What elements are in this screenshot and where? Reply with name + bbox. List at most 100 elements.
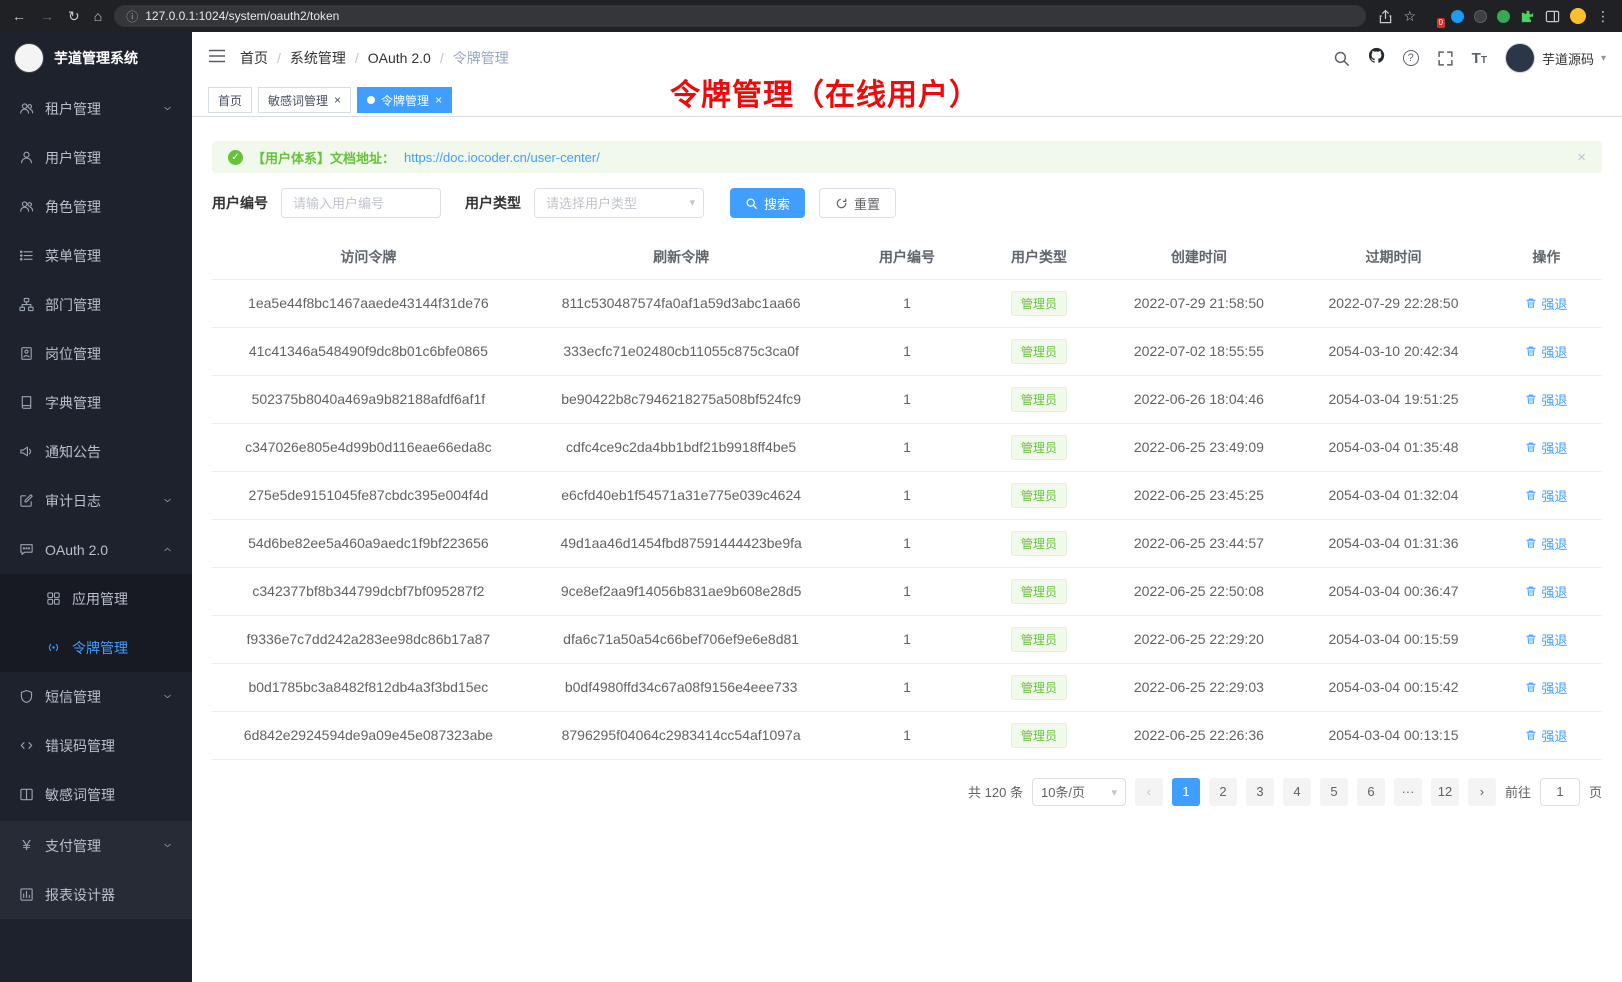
table-row: c347026e805e4d99b0d116eae66eda8c cdfc4ce… — [212, 423, 1602, 471]
breadcrumb-home[interactable]: 首页 — [240, 48, 268, 68]
site-info-icon[interactable]: ⓘ — [126, 8, 138, 25]
browser-forward-icon[interactable]: → — [40, 8, 54, 24]
search-icon — [745, 197, 758, 210]
sidebar-item-audit-log[interactable]: 审计日志 — [0, 476, 192, 525]
access-token-cell: 41c41346a548490f9dc8b01c6bfe0865 — [212, 327, 525, 375]
force-logout-button[interactable]: 强退 — [1525, 582, 1567, 601]
sidebar-item-tenant[interactable]: 租户管理 — [0, 84, 192, 133]
user-type-select[interactable] — [534, 188, 704, 218]
chevron-down-icon — [162, 101, 173, 117]
sidebar-item-role[interactable]: 角色管理 — [0, 182, 192, 231]
goto-page-input[interactable] — [1540, 778, 1580, 806]
sidebar-item-error-code[interactable]: 错误码管理 — [0, 721, 192, 770]
force-logout-button[interactable]: 强退 — [1525, 438, 1567, 457]
app-logo-row[interactable]: 芋道管理系统 — [0, 32, 192, 84]
force-logout-button[interactable]: 强退 — [1525, 390, 1567, 409]
help-icon[interactable]: ? — [1403, 50, 1419, 66]
github-icon[interactable] — [1368, 47, 1385, 69]
force-logout-button[interactable]: 强退 — [1525, 486, 1567, 505]
browser-home-icon[interactable]: ⌂ — [94, 8, 102, 24]
sidebar-item-post[interactable]: 岗位管理 — [0, 329, 192, 378]
fullscreen-icon[interactable] — [1437, 50, 1454, 67]
search-button[interactable]: 搜索 — [730, 188, 805, 218]
sidebar-item-oauth[interactable]: OAuth 2.0 — [0, 525, 192, 574]
extension-blue-icon[interactable] — [1451, 10, 1464, 23]
tab-active-dot — [367, 96, 375, 104]
expire-time-cell: 2054-03-04 00:15:42 — [1296, 663, 1491, 711]
search-icon[interactable] — [1333, 50, 1350, 67]
browser-profile-avatar[interactable] — [1570, 8, 1586, 24]
top-navbar: 首页 系统管理 OAuth 2.0 令牌管理 ? TT 芋道源码 ▾ — [192, 32, 1622, 84]
prev-page-button[interactable]: ‹ — [1135, 778, 1163, 806]
sidebar-item-oauth-apps[interactable]: 应用管理 — [0, 574, 192, 623]
refresh-icon — [835, 197, 848, 210]
create-time-cell: 2022-06-25 23:44:57 — [1102, 519, 1297, 567]
sidebar-item-label: 租户管理 — [45, 99, 101, 119]
extension-icon[interactable]: 0 — [1426, 9, 1441, 24]
breadcrumb-oauth[interactable]: OAuth 2.0 — [346, 50, 431, 66]
force-logout-button[interactable]: 强退 — [1525, 342, 1567, 361]
sidebar-item-oauth-token[interactable]: 令牌管理 — [0, 623, 192, 672]
page-button-6[interactable]: 6 — [1357, 778, 1385, 806]
reset-button[interactable]: 重置 — [819, 188, 896, 218]
close-icon[interactable]: × — [435, 93, 442, 107]
sidebar-item-user[interactable]: 用户管理 — [0, 133, 192, 182]
sidebar-item-payment[interactable]: ¥ 支付管理 — [0, 821, 192, 870]
tab-token[interactable]: 令牌管理 × — [357, 87, 452, 113]
browser-menu-kebab-icon[interactable]: ⋮ — [1596, 8, 1610, 25]
page-button-4[interactable]: 4 — [1283, 778, 1311, 806]
user-menu[interactable]: 芋道源码 ▾ — [1505, 43, 1606, 73]
close-icon[interactable]: × — [334, 93, 341, 107]
page-button-12[interactable]: 12 — [1431, 778, 1459, 806]
browser-back-icon[interactable]: ← — [12, 8, 26, 24]
breadcrumb-system[interactable]: 系统管理 — [268, 48, 346, 68]
next-page-button[interactable]: › — [1468, 778, 1496, 806]
doc-link[interactable]: https://doc.iocoder.cn/user-center/ — [404, 150, 600, 165]
tab-label: 首页 — [218, 92, 242, 109]
user-name: 芋道源码 — [1542, 49, 1594, 68]
page-button-5[interactable]: 5 — [1320, 778, 1348, 806]
page-button-1[interactable]: 1 — [1172, 778, 1200, 806]
force-logout-button[interactable]: 强退 — [1525, 726, 1567, 745]
trash-icon — [1525, 729, 1537, 741]
sidebar-toggle-icon[interactable] — [208, 48, 226, 69]
col-create-time: 创建时间 — [1102, 235, 1297, 279]
extension-dark-icon[interactable] — [1474, 10, 1487, 23]
sidebar-item-report-designer[interactable]: 报表设计器 — [0, 870, 192, 919]
trash-icon — [1525, 345, 1537, 357]
sidebar-item-notice[interactable]: 通知公告 — [0, 427, 192, 476]
page-more-button[interactable]: ··· — [1394, 778, 1422, 806]
force-logout-button[interactable]: 强退 — [1525, 678, 1567, 697]
page-size-select[interactable]: 10条/页 ▾ — [1032, 778, 1126, 806]
expire-time-cell: 2054-03-04 01:35:48 — [1296, 423, 1491, 471]
sidebar-item-dict[interactable]: 字典管理 — [0, 378, 192, 427]
extension-green-icon[interactable] — [1497, 10, 1510, 23]
table-row: f9336e7c7dd242a283ee98dc86b17a87 dfa6c71… — [212, 615, 1602, 663]
bookmark-star-icon[interactable]: ☆ — [1403, 8, 1416, 25]
sidebar-item-menu[interactable]: 菜单管理 — [0, 231, 192, 280]
tab-sensitive-word[interactable]: 敏感词管理 × — [258, 87, 351, 113]
force-logout-button[interactable]: 强退 — [1525, 630, 1567, 649]
font-size-icon[interactable]: TT — [1472, 50, 1487, 67]
sidebar-item-department[interactable]: 部门管理 — [0, 280, 192, 329]
alert-close-icon[interactable]: × — [1577, 149, 1586, 166]
force-logout-button[interactable]: 强退 — [1525, 534, 1567, 553]
force-logout-button[interactable]: 强退 — [1525, 294, 1567, 313]
address-bar[interactable]: ⓘ 127.0.0.1:1024/system/oauth2/token — [114, 5, 1366, 27]
trash-icon — [1525, 681, 1537, 693]
user-id-cell: 1 — [838, 471, 977, 519]
sidebar-item-sms[interactable]: 短信管理 — [0, 672, 192, 721]
side-panel-icon[interactable] — [1545, 9, 1560, 24]
sidebar-item-label: 应用管理 — [72, 589, 128, 609]
share-icon[interactable] — [1378, 9, 1393, 24]
browser-reload-icon[interactable]: ↻ — [68, 8, 80, 25]
tab-home[interactable]: 首页 — [208, 87, 252, 113]
user-id-input[interactable] — [281, 188, 441, 218]
page-button-2[interactable]: 2 — [1209, 778, 1237, 806]
total-count: 共 120 条 — [968, 782, 1023, 801]
page-button-3[interactable]: 3 — [1246, 778, 1274, 806]
sidebar-item-sensitive-word[interactable]: 敏感词管理 — [0, 770, 192, 819]
tags-view-bar: 首页 敏感词管理 × 令牌管理 × — [192, 84, 1622, 117]
extensions-puzzle-icon[interactable] — [1520, 9, 1535, 24]
table-row: 41c41346a548490f9dc8b01c6bfe0865 333ecfc… — [212, 327, 1602, 375]
